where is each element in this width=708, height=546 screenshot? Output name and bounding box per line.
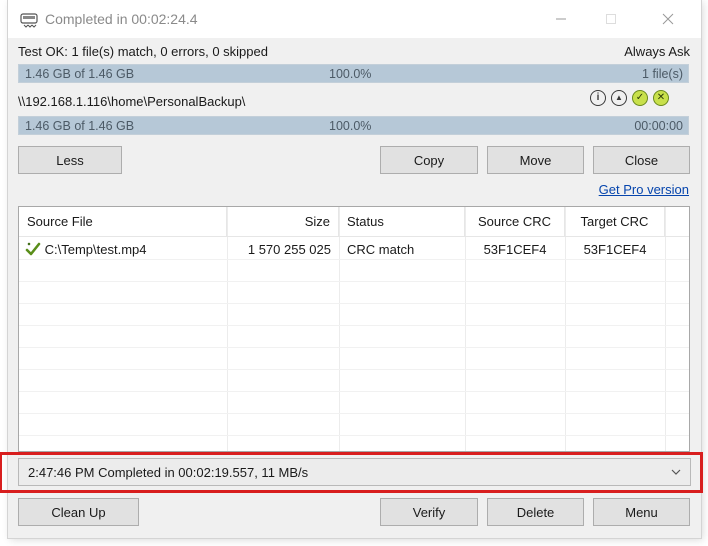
delete-button[interactable]: Delete [487,498,584,526]
dest-progress-time: 00:00:00 [634,119,683,133]
table-row[interactable]: C:\Temp\test.mp4 1 570 255 025 CRC match… [19,239,689,261]
app-window: Completed in 00:02:24.4 Test OK: 1 file(… [8,0,701,538]
row-file-name: C:\Temp\test.mp4 [44,242,147,257]
close-icon [662,13,674,25]
menu-button[interactable]: Menu [593,498,690,526]
clean-up-button[interactable]: Clean Up [18,498,139,526]
copy-button[interactable]: Copy [380,146,478,174]
cancel-circle-icon[interactable]: ✕ [653,90,669,106]
column-header-source-file[interactable]: Source File [19,207,227,237]
destination-path: \\192.168.1.116\home\PersonalBackup\ [18,94,246,109]
dest-progress-percent: 100.0% [329,119,372,133]
file-table[interactable]: Source File Size Status Source CRC Targe… [18,206,690,452]
column-header-target-crc[interactable]: Target CRC [565,207,665,237]
check-icon [25,242,41,256]
minimize-icon [556,18,566,20]
column-header-source-crc[interactable]: Source CRC [465,207,565,237]
row-size: 1 570 255 025 [247,242,331,257]
app-icon [20,13,38,28]
total-progress-amount: 1.46 GB of 1.46 GB [25,67,135,81]
minimize-button[interactable] [538,0,584,38]
get-pro-link[interactable]: Get Pro version [599,182,689,197]
destination-actions: i ▲ ✓ ✕ [590,90,669,110]
maximize-button[interactable] [588,0,634,38]
total-progress-bar: 1.46 GB of 1.46 GB 100.0% 1 file(s) [18,64,689,83]
log-dropdown[interactable]: 2:47:46 PM Completed in 00:02:19.557, 11… [18,458,691,486]
log-selected-entry: 2:47:46 PM Completed in 00:02:19.557, 11… [28,465,309,480]
window-title: Completed in 00:02:24.4 [45,11,198,27]
destination-progress-bar: 1.46 GB of 1.46 GB 100.0% 00:00:00 [18,116,689,135]
table-header: Source File Size Status Source CRC Targe… [19,207,689,237]
mode-label[interactable]: Always Ask [624,44,690,59]
title-bar[interactable]: Completed in 00:02:24.4 [8,0,701,38]
close-button[interactable]: Close [593,146,690,174]
check-circle-icon[interactable]: ✓ [632,90,648,106]
maximize-icon [606,14,616,24]
status-summary: Test OK: 1 file(s) match, 0 errors, 0 sk… [18,44,268,59]
row-status: CRC match [347,242,415,257]
column-header-size[interactable]: Size [227,207,339,237]
total-progress-percent: 100.0% [329,67,372,81]
total-progress-files: 1 file(s) [642,67,683,81]
info-icon[interactable]: i [590,90,606,106]
dest-progress-amount: 1.46 GB of 1.46 GB [25,119,135,133]
move-button[interactable]: Move [487,146,584,174]
column-header-status[interactable]: Status [339,207,465,237]
row-source-crc: 53F1CEF4 [483,242,547,257]
verify-button[interactable]: Verify [380,498,478,526]
close-window-button[interactable] [645,0,691,38]
chevron-down-icon [671,469,681,475]
eject-icon[interactable]: ▲ [611,90,627,106]
row-target-crc: 53F1CEF4 [583,242,647,257]
less-button[interactable]: Less [18,146,122,174]
